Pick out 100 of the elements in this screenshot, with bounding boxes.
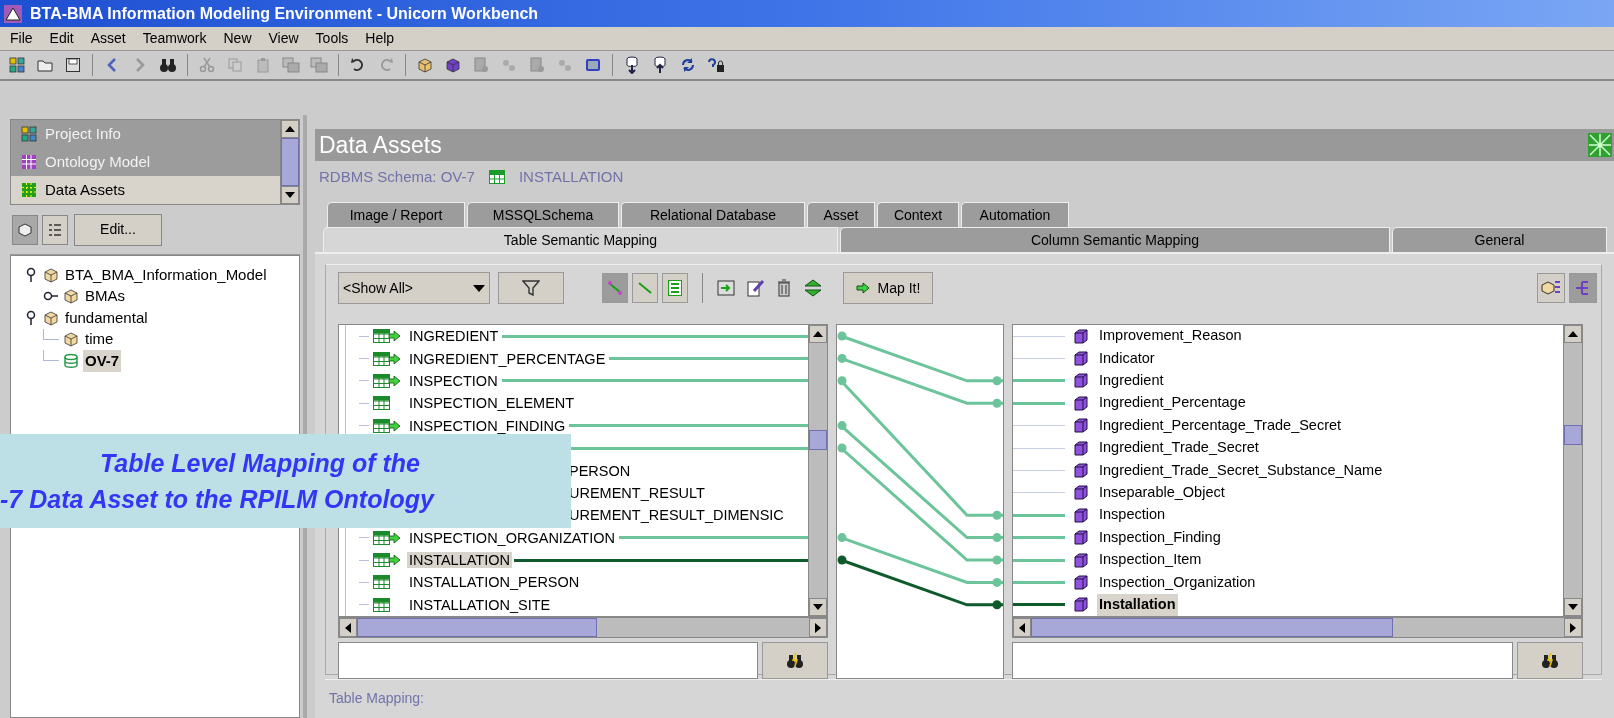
binoculars-icon[interactable] <box>159 57 177 73</box>
ontology-class-item[interactable]: Inspection_Finding <box>1097 526 1223 549</box>
database-down-icon[interactable] <box>625 56 639 74</box>
scroll-right-icon[interactable] <box>815 622 821 633</box>
source-table-item[interactable]: INGREDIENT <box>407 328 501 345</box>
panel-toggle-button[interactable] <box>1569 273 1597 303</box>
source-table-item[interactable]: INSTALLATION_SITE <box>407 596 553 613</box>
scroll-thumb[interactable] <box>1564 424 1582 445</box>
filter-dropdown[interactable]: <Show All> <box>338 272 490 304</box>
tree-item[interactable]: time <box>83 328 116 351</box>
edit-icon[interactable] <box>747 279 765 297</box>
expanded-handle-icon[interactable] <box>25 266 37 283</box>
ontology-class-item[interactable]: Inspection_Item <box>1097 549 1204 571</box>
source-table-item[interactable]: INSPECTION <box>407 372 500 389</box>
scrollbar[interactable] <box>280 120 299 204</box>
scroll-thumb[interactable] <box>1031 618 1394 637</box>
ontology-class-item[interactable]: Inseparable_Object <box>1097 482 1227 504</box>
tab[interactable]: Relational Database <box>621 202 805 227</box>
source-table-item[interactable]: INSPECTION_ORGANIZATION <box>407 529 617 546</box>
ontology-class-item[interactable]: Ingredient_Percentage_Trade_Secret <box>1097 414 1344 437</box>
search-field[interactable] <box>1012 642 1513 679</box>
tab[interactable]: Column Semantic Mapping <box>840 227 1390 252</box>
ontology-class-item[interactable]: Inspection_Organization <box>1097 571 1258 594</box>
database-up-icon[interactable] <box>653 56 667 74</box>
source-table-item[interactable]: UREMENT_RESULT_DIMENSIC <box>567 507 786 524</box>
tab[interactable]: Image / Report <box>327 202 465 227</box>
scroll-thumb[interactable] <box>357 618 597 637</box>
source-table-item[interactable]: INSTALLATION_PERSON <box>407 574 582 591</box>
view-toggle-button[interactable] <box>12 214 38 245</box>
source-table-item[interactable]: INSPECTION_FINDING <box>407 417 568 434</box>
scroll-up-icon[interactable] <box>1568 331 1578 337</box>
undo-icon[interactable] <box>350 57 366 73</box>
menu-item[interactable]: View <box>266 28 301 49</box>
save-icon[interactable] <box>65 57 81 73</box>
trash-icon[interactable] <box>777 279 791 297</box>
view-toggle-button[interactable] <box>602 273 628 303</box>
collapsed-handle-icon[interactable] <box>43 290 59 303</box>
ontology-class-item[interactable]: Ingredient_Trade_Secret_Substance_Name <box>1097 459 1385 482</box>
calculator-icon[interactable] <box>585 57 601 73</box>
source-table-item[interactable]: UREMENT_RESULT <box>567 484 707 501</box>
ontology-class-item[interactable]: Indicator <box>1097 347 1157 370</box>
mapping-line[interactable] <box>837 555 1003 610</box>
help-lock-icon[interactable] <box>707 57 725 73</box>
view-toggle-button[interactable] <box>42 214 68 245</box>
menu-item[interactable]: Tools <box>313 28 351 49</box>
cube-icon[interactable] <box>417 57 433 73</box>
source-table-item[interactable]: PERSON <box>567 462 633 479</box>
tab[interactable]: Automation <box>961 202 1069 227</box>
find-button[interactable] <box>1517 642 1583 679</box>
tab[interactable]: Context <box>877 202 959 227</box>
find-button[interactable] <box>762 642 828 679</box>
scroll-down-icon[interactable] <box>1568 604 1578 610</box>
source-table-item[interactable]: INSTALLATION <box>407 552 512 569</box>
menu-item[interactable]: Help <box>363 28 397 49</box>
refresh-icon[interactable] <box>680 57 696 73</box>
scroll-down-icon[interactable] <box>285 192 295 198</box>
panel-toggle-button[interactable] <box>1537 273 1565 303</box>
menu-item[interactable]: Teamwork <box>140 28 209 49</box>
scroll-right-icon[interactable] <box>1570 622 1576 633</box>
tree-item[interactable]: BTA_BMA_Information_Model <box>63 263 269 286</box>
search-field[interactable] <box>338 642 758 679</box>
view-toggle-button[interactable] <box>632 273 658 303</box>
menu-item[interactable]: New <box>221 28 254 49</box>
scroll-down-icon[interactable] <box>813 604 823 610</box>
scrollbar[interactable] <box>1012 617 1583 638</box>
ontology-class-item[interactable]: Inspection <box>1097 504 1168 527</box>
map-it-button[interactable]: Map It! <box>843 272 933 304</box>
menu-item[interactable]: File <box>8 28 35 49</box>
swap-icon[interactable] <box>803 279 823 297</box>
source-table-item[interactable]: INSPECTION_ELEMENT <box>407 395 577 412</box>
mapping-line[interactable] <box>837 533 1003 587</box>
scrollbar[interactable] <box>338 617 828 638</box>
cube-icon[interactable] <box>445 57 461 73</box>
nodes-icon[interactable] <box>501 57 517 73</box>
expanded-handle-icon[interactable] <box>25 309 37 326</box>
scroll-up-icon[interactable] <box>813 331 823 337</box>
menu-item[interactable]: Edit <box>47 28 76 49</box>
ontology-class-item[interactable]: Ingredient_Trade_Secret <box>1097 437 1261 459</box>
ontology-class-item[interactable]: Installation <box>1097 594 1178 616</box>
source-table-item[interactable]: INGREDIENT_PERCENTAGE <box>407 350 608 367</box>
view-toggle-button[interactable] <box>662 273 688 303</box>
scrollbar[interactable] <box>1563 325 1582 616</box>
navigator-item[interactable]: Data Assets <box>11 176 280 204</box>
scroll-left-icon[interactable] <box>345 622 351 633</box>
scroll-up-icon[interactable] <box>285 126 295 132</box>
tab[interactable]: General <box>1392 227 1607 252</box>
edit-button[interactable]: Edit... <box>74 213 162 246</box>
filter-button[interactable] <box>498 272 564 304</box>
ontology-class-item[interactable]: Improvement_Reason <box>1097 325 1244 348</box>
import-icon[interactable] <box>717 280 735 296</box>
folder-icon[interactable] <box>37 57 53 73</box>
menu-item[interactable]: Asset <box>88 28 128 49</box>
ontology-class-item[interactable]: Ingredient_Percentage <box>1097 392 1248 415</box>
scroll-thumb[interactable] <box>281 138 299 186</box>
grid-icon[interactable] <box>9 57 25 73</box>
ontology-class-item[interactable]: Ingredient <box>1097 370 1166 392</box>
tab[interactable]: Table Semantic Mapping <box>323 227 838 252</box>
tree-item[interactable]: OV-7 <box>83 349 122 372</box>
tab[interactable]: MSSQLSchema <box>467 202 619 227</box>
tab[interactable]: Asset <box>807 202 875 227</box>
